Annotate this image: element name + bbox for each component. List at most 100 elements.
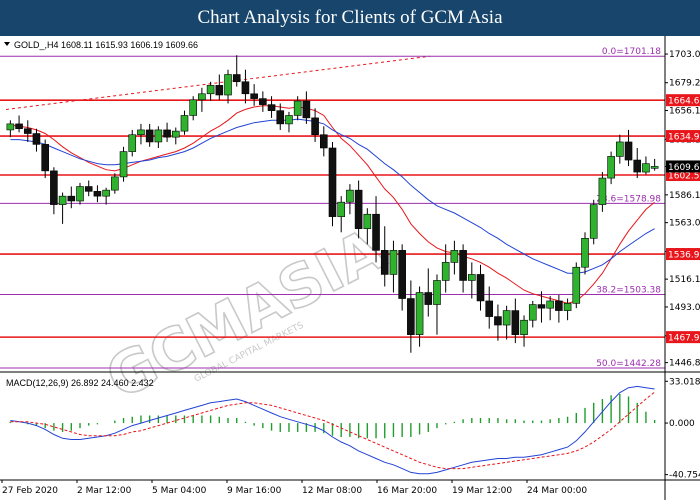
candle xyxy=(311,108,319,142)
candle xyxy=(642,156,650,175)
candle xyxy=(598,172,607,212)
bear-candle-body xyxy=(93,191,102,197)
current-price-label: 1609.66 xyxy=(668,163,700,173)
chart-area[interactable]: GCMASIA GLOBAL CAPITAL MARKETS 0.0=1701.… xyxy=(0,36,700,500)
bull-candle-body xyxy=(128,134,137,152)
level-price-label: 1664.69 xyxy=(668,97,700,107)
y-tick-label: 1446.80 xyxy=(669,359,700,369)
candle xyxy=(389,240,398,293)
bear-candle-body xyxy=(328,147,337,217)
candle xyxy=(76,182,84,205)
candle xyxy=(485,286,494,329)
x-tick-label: 16 Mar 20:00 xyxy=(377,486,437,496)
candle xyxy=(84,180,93,197)
candle xyxy=(6,120,15,138)
candle xyxy=(15,115,23,133)
bull-candle-body xyxy=(180,115,189,132)
candle xyxy=(468,262,476,299)
bull-candle-body xyxy=(224,74,232,96)
candle xyxy=(650,158,659,171)
bull-candle-body xyxy=(58,195,67,205)
candle xyxy=(459,244,467,293)
macd-panel xyxy=(9,385,656,475)
candle xyxy=(616,134,624,164)
candle xyxy=(102,187,110,205)
candle xyxy=(537,291,546,323)
candle xyxy=(607,151,615,185)
x-tick-label: 12 Mar 08:00 xyxy=(302,486,362,496)
candle xyxy=(319,126,328,157)
bear-candle-body xyxy=(84,186,93,192)
bull-candle-body xyxy=(6,123,15,131)
bull-candle-body xyxy=(363,213,372,229)
bull-candle-body xyxy=(441,262,450,281)
bull-candle-body xyxy=(119,151,128,178)
bull-candle-body xyxy=(198,93,206,101)
bull-candle-body xyxy=(415,292,424,335)
candle xyxy=(180,110,189,135)
bull-candle-body xyxy=(616,141,624,157)
bull-candle-body xyxy=(589,204,598,239)
macd-y-tick-label: 0.000 xyxy=(669,419,695,429)
bull-candle-body xyxy=(563,303,572,311)
bear-candle-body xyxy=(241,81,250,95)
candle xyxy=(206,81,215,102)
candle xyxy=(241,69,250,104)
candle xyxy=(32,128,41,152)
candle xyxy=(546,296,554,321)
bear-candle-body xyxy=(23,128,32,134)
bull-candle-body xyxy=(206,85,215,95)
bull-candle-body xyxy=(450,250,459,263)
bull-candle-body xyxy=(137,129,145,136)
x-tick-label: 2 Mar 12:00 xyxy=(77,486,132,496)
bull-candle-body xyxy=(468,274,476,281)
y-tick-label: 1679.20 xyxy=(669,79,700,89)
candle xyxy=(224,69,232,104)
macd-y-tick-label: -40.754 xyxy=(669,471,700,481)
bear-candle-body xyxy=(232,74,241,83)
bull-candle-body xyxy=(572,266,581,304)
y-tick-label: 1563.00 xyxy=(669,219,700,229)
bear-candle-body xyxy=(555,300,563,311)
bear-candle-body xyxy=(494,316,502,326)
bear-candle-body xyxy=(354,189,363,229)
candle xyxy=(154,126,163,148)
price-panel: 0.0=1701.1823.6=1578.9838.2=1503.3850.0=… xyxy=(0,47,665,369)
bear-candle-body xyxy=(398,250,406,299)
bear-candle-body xyxy=(163,129,171,138)
candle xyxy=(433,274,441,335)
header-bar: Chart Analysis for Clients of GCM Asia xyxy=(0,0,700,36)
macd-y-tick-label: 33.018 xyxy=(669,377,700,387)
candle xyxy=(58,192,67,224)
candle xyxy=(346,184,354,215)
candle xyxy=(41,139,49,179)
y-tick-label: 1516.10 xyxy=(669,275,700,285)
candle xyxy=(407,280,415,353)
bear-candle-body xyxy=(311,117,319,136)
candle xyxy=(328,141,337,227)
candle xyxy=(476,264,485,311)
bull-candle-body xyxy=(293,100,302,116)
bear-candle-body xyxy=(424,292,433,305)
candle xyxy=(189,96,197,121)
symbol-dropdown-icon[interactable] xyxy=(4,42,10,46)
fib-level-label: 50.0=1442.28 xyxy=(596,359,661,369)
bull-candle-body xyxy=(598,177,607,205)
chart-symbol-info: GOLD_,H4 1608.11 1615.93 1606.19 1609.66 xyxy=(14,40,198,50)
bear-candle-body xyxy=(145,129,154,143)
candle xyxy=(128,129,137,157)
candle xyxy=(555,294,563,323)
bull-candle-body xyxy=(154,129,163,143)
x-tick-label: 19 Mar 12:00 xyxy=(452,486,512,496)
bull-candle-body xyxy=(285,115,293,125)
bear-candle-body xyxy=(633,159,642,173)
y-tick-label: 1656.10 xyxy=(669,107,700,117)
page-title: Chart Analysis for Clients of GCM Asia xyxy=(197,7,503,28)
bull-candle-body xyxy=(607,156,615,179)
x-tick-label: 27 Feb 2020 xyxy=(2,486,58,496)
bear-candle-body xyxy=(302,100,311,119)
bull-candle-body xyxy=(102,189,110,197)
candle xyxy=(528,300,537,328)
bear-candle-body xyxy=(32,133,41,145)
bear-candle-body xyxy=(267,104,276,111)
